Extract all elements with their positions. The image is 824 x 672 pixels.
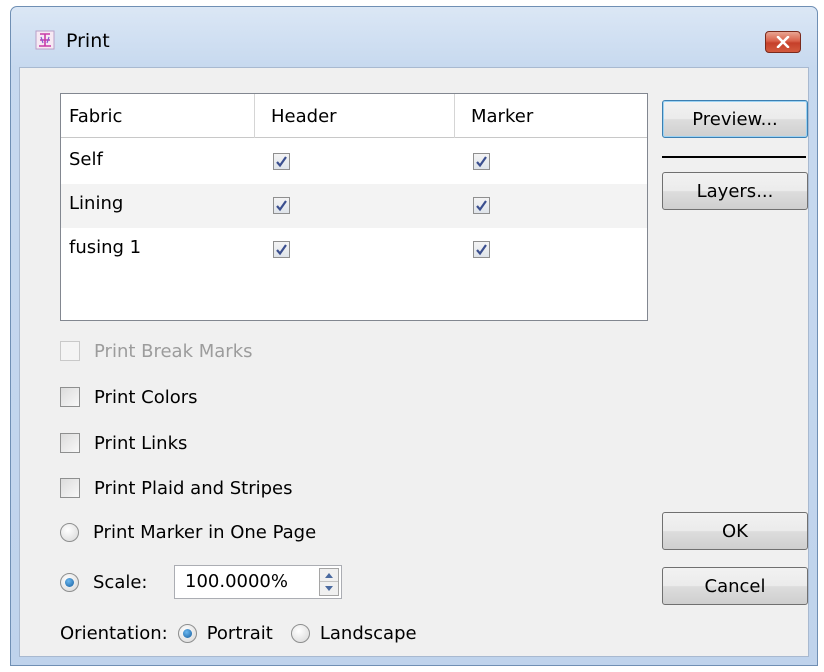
column-header-marker[interactable]: Marker xyxy=(471,106,533,127)
scale-label[interactable]: Scale: xyxy=(93,572,148,593)
one-page-radio[interactable] xyxy=(60,522,79,542)
header-checkbox[interactable] xyxy=(273,197,290,214)
fabric-cell: fusing 1 xyxy=(69,237,142,258)
portrait-label[interactable]: Portrait xyxy=(207,623,273,644)
ok-button[interactable]: OK xyxy=(662,512,808,550)
spin-up-button[interactable] xyxy=(320,569,338,582)
checkmark-icon xyxy=(276,156,287,168)
scale-option[interactable]: Scale: xyxy=(60,569,148,595)
checkmark-icon xyxy=(276,200,287,212)
grid-header: Fabric Header Marker xyxy=(61,94,647,138)
chevron-up-icon xyxy=(325,572,333,578)
print-break-marks-option: Print Break Marks xyxy=(60,338,253,364)
scale-input[interactable]: 100.0000% xyxy=(174,565,342,599)
column-header-header[interactable]: Header xyxy=(271,106,337,127)
dialog-client-area: Fabric Header Marker Self Lining fusing … xyxy=(19,67,809,657)
landscape-label[interactable]: Landscape xyxy=(320,623,417,644)
orientation-group: Orientation: Portrait Landscape xyxy=(60,620,417,646)
print-links-label[interactable]: Print Links xyxy=(94,433,187,454)
checkmark-icon xyxy=(476,156,487,168)
column-divider[interactable] xyxy=(254,94,255,138)
app-icon xyxy=(35,30,55,50)
landscape-radio[interactable] xyxy=(290,623,310,643)
print-plaid-option[interactable]: Print Plaid and Stripes xyxy=(60,475,293,501)
close-button[interactable] xyxy=(765,31,801,53)
table-row[interactable]: Self xyxy=(61,140,647,184)
title-bar[interactable]: Print xyxy=(11,7,817,67)
button-separator xyxy=(662,156,806,158)
table-row[interactable]: fusing 1 xyxy=(61,228,647,272)
layers-button[interactable]: Layers... xyxy=(662,172,808,210)
spin-down-button[interactable] xyxy=(320,582,338,595)
header-checkbox[interactable] xyxy=(273,241,290,258)
scale-value[interactable]: 100.0000% xyxy=(185,571,288,592)
orientation-label: Orientation: xyxy=(60,622,168,644)
one-page-option[interactable]: Print Marker in One Page xyxy=(60,519,316,545)
fabric-cell: Lining xyxy=(69,193,124,214)
print-links-option[interactable]: Print Links xyxy=(60,430,187,456)
portrait-radio[interactable] xyxy=(177,623,197,643)
checkmark-icon xyxy=(476,200,487,212)
header-checkbox[interactable] xyxy=(273,153,290,170)
scale-stepper[interactable] xyxy=(319,568,339,596)
fabric-grid[interactable]: Fabric Header Marker Self Lining fusing … xyxy=(60,93,648,321)
print-links-checkbox[interactable] xyxy=(60,433,80,453)
fabric-cell: Self xyxy=(69,149,103,170)
print-break-marks-label: Print Break Marks xyxy=(94,340,253,362)
close-icon xyxy=(776,36,790,48)
print-colors-option[interactable]: Print Colors xyxy=(60,384,198,410)
table-row[interactable]: Lining xyxy=(61,184,647,228)
preview-button[interactable]: Preview... xyxy=(662,100,808,138)
marker-checkbox[interactable] xyxy=(473,241,490,258)
marker-checkbox[interactable] xyxy=(473,153,490,170)
checkmark-icon xyxy=(476,244,487,256)
window-title: Print xyxy=(66,30,110,52)
column-divider[interactable] xyxy=(454,94,455,138)
cancel-button[interactable]: Cancel xyxy=(662,567,808,605)
marker-checkbox[interactable] xyxy=(473,197,490,214)
print-plaid-checkbox[interactable] xyxy=(60,478,80,498)
checkmark-icon xyxy=(276,244,287,256)
column-header-fabric[interactable]: Fabric xyxy=(69,106,122,127)
chevron-down-icon xyxy=(325,586,333,591)
print-plaid-label[interactable]: Print Plaid and Stripes xyxy=(94,478,293,499)
scale-radio[interactable] xyxy=(60,572,79,592)
print-colors-checkbox[interactable] xyxy=(60,387,80,407)
one-page-label[interactable]: Print Marker in One Page xyxy=(93,522,316,543)
print-dialog: Print Fabric Header Marker Self Lining f… xyxy=(10,6,818,666)
print-break-marks-checkbox xyxy=(60,341,80,361)
print-colors-label[interactable]: Print Colors xyxy=(94,387,198,408)
